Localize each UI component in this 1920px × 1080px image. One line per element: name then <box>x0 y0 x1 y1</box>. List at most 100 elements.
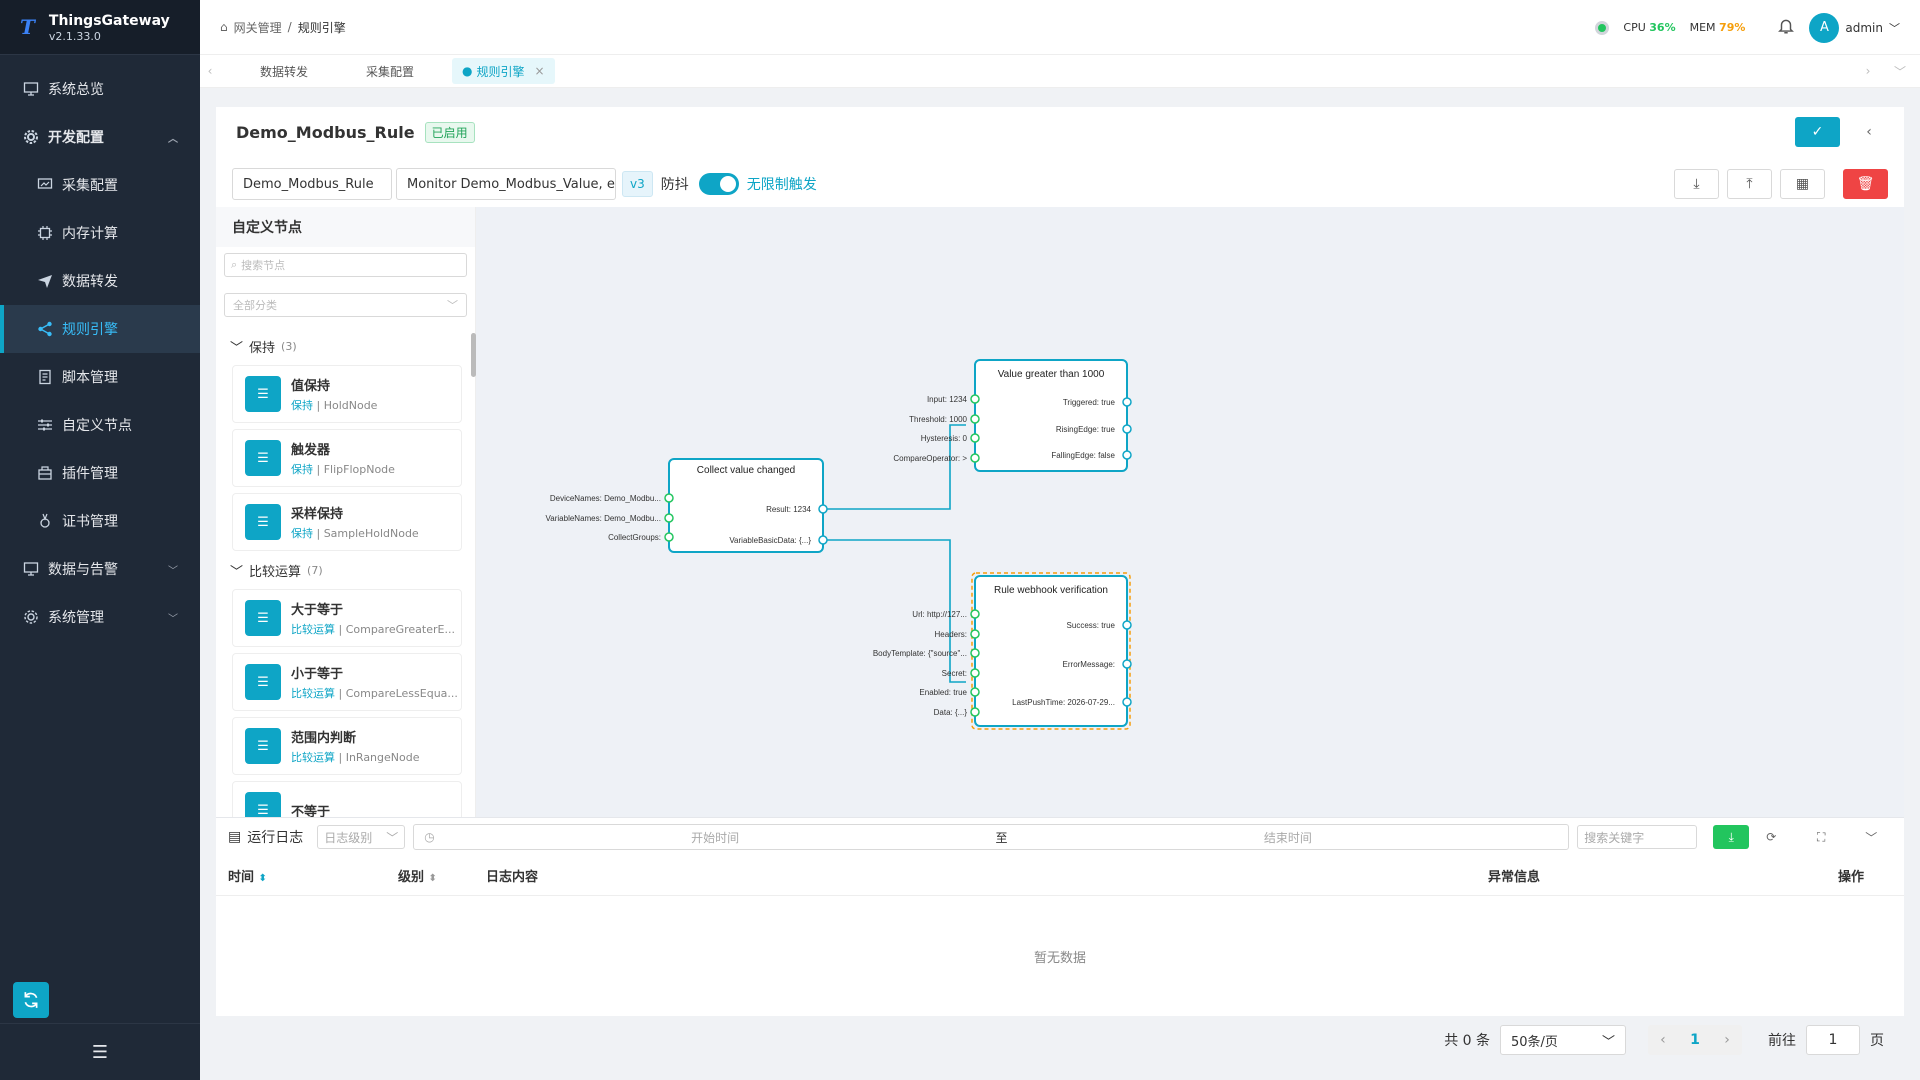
input-port[interactable] <box>970 687 980 697</box>
output-port[interactable] <box>818 504 828 514</box>
node-card[interactable]: ☰ 不等于 <box>232 781 462 817</box>
input-port[interactable] <box>970 394 980 404</box>
output-port[interactable] <box>1122 397 1132 407</box>
tab-rule-engine[interactable]: ● 规则引擎 × <box>452 58 555 84</box>
log-keyword-input[interactable]: 搜索关键字 <box>1577 825 1698 849</box>
tab-collect-config[interactable]: 采集配置 <box>346 58 434 84</box>
export-log-button[interactable]: ⤓ <box>1713 825 1750 849</box>
input-port[interactable] <box>664 532 674 542</box>
node-icon: ☰ <box>245 376 281 412</box>
back-button[interactable]: ‹ <box>1854 117 1884 147</box>
current-page[interactable]: 1 <box>1690 1032 1700 1048</box>
log-level-select[interactable]: 日志级别 ﹀ <box>317 825 406 849</box>
refresh-log-button[interactable]: ⟳ <box>1753 825 1789 849</box>
port-label: RisingEdge: true <box>1056 425 1116 434</box>
node-card[interactable]: ☰ 触发器 保持 | FlipFlopNode <box>232 429 462 487</box>
output-port[interactable] <box>1122 450 1132 460</box>
node-card[interactable]: ☰ 大于等于 比较运算 | CompareGreaterE... <box>232 589 462 647</box>
input-port[interactable] <box>970 707 980 717</box>
avatar[interactable]: A <box>1809 12 1840 43</box>
collapse-log-button[interactable]: ﹀ <box>1853 825 1889 849</box>
input-port[interactable] <box>664 493 674 503</box>
sidebar-item-rule-engine[interactable]: 规则引擎 <box>0 305 200 353</box>
input-port[interactable] <box>970 629 980 639</box>
save-button[interactable]: ✓ <box>1795 117 1840 147</box>
input-port[interactable] <box>970 609 980 619</box>
input-port[interactable] <box>970 453 980 463</box>
close-icon[interactable]: × <box>535 64 545 78</box>
sidebar-item-overview[interactable]: 系统总览 <box>0 65 200 113</box>
collapse-sidebar-button[interactable]: ☰ <box>0 1023 200 1080</box>
sidebar-item-custom-node[interactable]: 自定义节点 <box>0 401 200 449</box>
sidebar-item-collect[interactable]: 采集配置 <box>0 161 200 209</box>
node-search-input[interactable]: ⌕ 搜索节点 <box>224 253 467 277</box>
node-card[interactable]: ☰ 小于等于 比较运算 | CompareLessEqua... <box>232 653 462 711</box>
goto-page-input[interactable]: 1 <box>1806 1025 1860 1055</box>
tab-scroll-left-icon[interactable]: ‹ <box>200 64 220 78</box>
col-level[interactable]: 级别 ⬍ <box>398 866 486 885</box>
input-port[interactable] <box>970 668 980 678</box>
sidebar-item-forward[interactable]: 数据转发 <box>0 257 200 305</box>
start-time-input[interactable]: 开始时间 <box>435 829 996 846</box>
sidebar-item-system[interactable]: 系统管理 ﹀ <box>0 593 200 641</box>
sidebar-item-dev-config[interactable]: 开发配置 ︿ <box>0 113 200 161</box>
refresh-button[interactable] <box>13 982 49 1018</box>
tab-scroll-right-icon[interactable]: › <box>1858 64 1878 78</box>
time-range-picker[interactable]: ◷ 开始时间 至 结束时间 <box>413 824 1570 850</box>
output-port[interactable] <box>818 535 828 545</box>
fullscreen-button[interactable]: ⛶ <box>1803 825 1839 849</box>
node-card[interactable]: ☰ 范围内判断 比较运算 | InRangeNode <box>232 717 462 775</box>
tab-menu-chevron-icon[interactable]: ﹀ <box>1890 63 1910 80</box>
output-port[interactable] <box>1122 620 1132 630</box>
bell-icon[interactable] <box>1777 17 1795 38</box>
input-port[interactable] <box>970 648 980 658</box>
flow-node-collect[interactable]: Collect value changed DeviceNames: Demo_… <box>546 458 828 553</box>
flow-node-compare[interactable]: Value greater than 1000 Input: 1234 Thre… <box>893 359 1132 472</box>
input-port[interactable] <box>970 414 980 424</box>
rule-desc-input[interactable]: Monitor Demo_Modbus_Value, eva <box>396 168 616 200</box>
group-hold[interactable]: ﹀ 保持 (3) <box>216 333 476 359</box>
group-compare[interactable]: ﹀ 比较运算 (7) <box>216 557 476 583</box>
flow-canvas[interactable]: Collect value changed DeviceNames: Demo_… <box>476 207 1904 817</box>
grid-button[interactable]: ▦ <box>1780 169 1825 199</box>
gear-icon <box>22 608 40 626</box>
chevron-left-icon: ‹ <box>1866 124 1872 140</box>
sidebar-item-plugin[interactable]: 插件管理 <box>0 449 200 497</box>
next-page-button[interactable]: › <box>1724 1032 1730 1048</box>
version-badge: v3 <box>622 171 653 197</box>
upload-button[interactable]: ⤒ <box>1727 169 1772 199</box>
download-button[interactable]: ⤓ <box>1674 169 1719 199</box>
node-card[interactable]: ☰ 采样保持 保持 | SampleHoldNode <box>232 493 462 551</box>
user-name[interactable]: admin <box>1845 21 1883 35</box>
sidebar-item-data-alarm[interactable]: 数据与告警 ﹀ <box>0 545 200 593</box>
port-label: Enabled: true <box>919 688 967 697</box>
page-size-select[interactable]: 50条/页 ﹀ <box>1500 1025 1626 1055</box>
flow-node-webhook[interactable]: Rule webhook verification Url: http://12… <box>873 572 1132 730</box>
tab-data-forward[interactable]: 数据转发 <box>240 58 328 84</box>
log-title: ▤ 运行日志 <box>228 827 303 847</box>
sidebar-item-label: 采集配置 <box>62 178 118 194</box>
output-port[interactable] <box>1122 697 1132 707</box>
input-port[interactable] <box>970 433 980 443</box>
output-port[interactable] <box>1122 424 1132 434</box>
end-time-input[interactable]: 结束时间 <box>1007 829 1568 846</box>
node-title: Rule webhook verification <box>994 585 1108 596</box>
breadcrumb-item[interactable]: 网关管理 <box>234 19 282 36</box>
flow-graph[interactable]: Collect value changed DeviceNames: Demo_… <box>476 207 1904 817</box>
sidebar-item-cert[interactable]: 证书管理 <box>0 497 200 545</box>
delete-button[interactable]: 🗑 <box>1843 169 1888 199</box>
breadcrumb: ⌂ 网关管理 / 规则引擎 <box>220 19 346 36</box>
prev-page-button[interactable]: ‹ <box>1660 1032 1666 1048</box>
category-select[interactable]: 全部分类 ﹀ <box>224 293 467 317</box>
brand[interactable]: T ThingsGateway v2.1.33.0 <box>0 0 200 55</box>
log-title-text: 运行日志 <box>247 830 304 846</box>
output-port[interactable] <box>1122 659 1132 669</box>
node-card[interactable]: ☰ 值保持 保持 | HoldNode <box>232 365 462 423</box>
debounce-toggle[interactable] <box>698 173 739 195</box>
col-time[interactable]: 时间 ⬍ <box>216 866 398 885</box>
sidebar-item-memory[interactable]: 内存计算 <box>0 209 200 257</box>
input-port[interactable] <box>664 513 674 523</box>
sidebar-item-script[interactable]: 脚本管理 <box>0 353 200 401</box>
chevron-down-icon[interactable]: ﹀ <box>1889 20 1900 36</box>
rule-name-input[interactable]: Demo_Modbus_Rule <box>232 168 392 200</box>
